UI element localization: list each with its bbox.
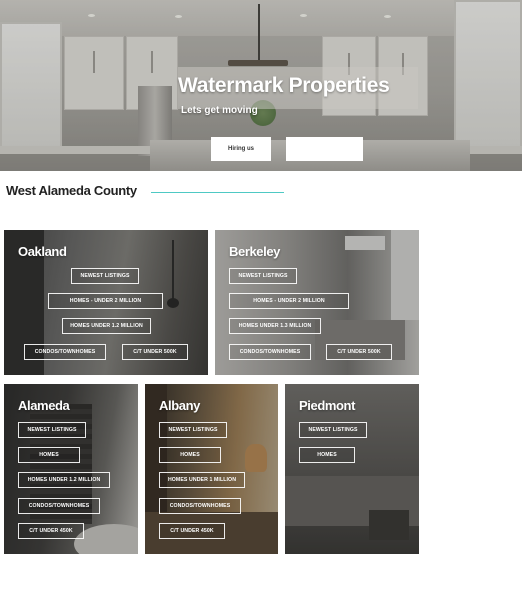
link-condos-townhomes[interactable]: CONDOS/TOWNHOMES <box>229 344 311 360</box>
link-homes-under-1-2m[interactable]: HOMES UNDER 1.2 MILLION <box>18 472 110 488</box>
hero-title: Watermark Properties <box>178 74 390 97</box>
card-title: Albany <box>159 398 200 413</box>
link-homes[interactable]: HOMES <box>299 447 355 463</box>
card-alameda[interactable]: Alameda NEWEST LISTINGS HOMES HOMES UNDE… <box>4 384 138 554</box>
page: Watermark Properties Lets get moving Hir… <box>0 0 522 600</box>
card-piedmont[interactable]: Piedmont NEWEST LISTINGS HOMES <box>285 384 419 554</box>
link-newest-listings[interactable]: NEWEST LISTINGS <box>71 268 139 284</box>
card-title: Alameda <box>18 398 70 413</box>
card-berkeley[interactable]: Berkeley NEWEST LISTINGS HOMES - UNDER 2… <box>215 230 419 375</box>
card-title: Berkeley <box>229 244 281 259</box>
link-newest-listings[interactable]: NEWEST LISTINGS <box>18 422 86 438</box>
link-newest-listings[interactable]: NEWEST LISTINGS <box>229 268 297 284</box>
link-newest-listings[interactable]: NEWEST LISTINGS <box>159 422 227 438</box>
hiring-us-button[interactable]: Hiring us <box>211 137 271 161</box>
link-homes-under-2m[interactable]: HOMES - UNDER 2 MILLION <box>229 293 349 309</box>
card-title: Oakland <box>18 244 67 259</box>
link-homes-under-1-3m[interactable]: HOMES UNDER 1.3 MILLION <box>229 318 321 334</box>
link-homes-under-2m[interactable]: HOMES - UNDER 2 MILLION <box>48 293 163 309</box>
link-newest-listings[interactable]: NEWEST LISTINGS <box>299 422 367 438</box>
card-title: Piedmont <box>299 398 356 413</box>
section-divider <box>151 192 284 193</box>
link-homes-under-1m[interactable]: HOMES UNDER 1 MILLION <box>159 472 245 488</box>
link-homes[interactable]: HOMES <box>18 447 80 463</box>
link-condos-townhomes[interactable]: CONDOS/TOWNHOMES <box>159 498 241 514</box>
hero-subtitle: Lets get moving <box>181 105 258 116</box>
link-ct-under-450k[interactable]: C/T UNDER 450K <box>159 523 225 539</box>
link-homes[interactable]: HOMES <box>159 447 221 463</box>
link-ct-under-500k[interactable]: C/T UNDER 500k <box>122 344 188 360</box>
card-oakland[interactable]: Oakland NEWEST LISTINGS HOMES - UNDER 2 … <box>4 230 208 375</box>
hero-banner: Watermark Properties Lets get moving Hir… <box>0 0 522 171</box>
link-ct-under-450k[interactable]: C/T UNDER 450K <box>18 523 84 539</box>
link-condos-townhomes[interactable]: CONDOS/TOWNHOMES <box>18 498 100 514</box>
section-title: West Alameda County <box>6 183 137 198</box>
link-ct-under-500k[interactable]: C/T UNDER 500K <box>326 344 392 360</box>
link-condos-townhomes[interactable]: CONDOS/TOWNHOMES <box>24 344 106 360</box>
card-albany[interactable]: Albany NEWEST LISTINGS HOMES HOMES UNDER… <box>145 384 278 554</box>
hero-secondary-button[interactable] <box>286 137 363 161</box>
link-homes-under-1-2m[interactable]: HOMES UNDER 1.2 MILLION <box>62 318 151 334</box>
